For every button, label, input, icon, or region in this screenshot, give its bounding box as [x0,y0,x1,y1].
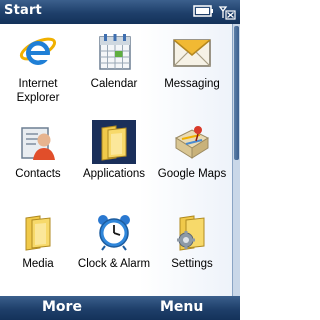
app-label: Settings [171,258,213,270]
app-google-maps[interactable]: Google Maps [152,114,232,204]
contacts-card-icon [21,127,55,160]
screen-title: Start [4,3,42,18]
settings-folder-icon [177,215,205,251]
app-label: Contacts [15,168,61,180]
status-icons [192,4,236,20]
signal-off-icon [218,6,236,20]
internet-explorer-icon [19,37,57,65]
app-label: Google Maps [157,168,227,180]
app-label: Media [22,258,54,270]
title-bar: Start [0,0,240,24]
app-clock-alarm[interactable]: Clock & Alarm [76,204,152,296]
softkey-bar: More Menu [0,296,240,320]
app-label: Clock & Alarm [77,258,151,270]
app-label-line2: Explorer [16,92,60,104]
battery-icon [193,5,213,17]
app-label: Messaging [164,78,220,90]
app-contacts[interactable]: Contacts [0,114,76,204]
start-menu-content: Internet Explorer Calendar Messaging Con… [0,24,232,296]
app-grid: Internet Explorer Calendar Messaging Con… [0,24,232,296]
app-settings[interactable]: Settings [152,204,232,296]
app-calendar[interactable]: Calendar [76,24,152,114]
app-label: Calendar [90,78,138,90]
messaging-envelope-icon [173,39,211,67]
google-maps-icon [174,126,210,159]
app-applications[interactable]: Applications [76,114,152,204]
scrollbar[interactable] [232,24,240,296]
alarm-clock-icon [98,215,130,251]
app-media[interactable]: Media [0,204,76,296]
media-folder-icon [25,215,51,251]
app-label: Applications [82,168,145,180]
applications-folder-icon [101,125,127,161]
menu-softkey[interactable]: Menu [160,299,203,315]
app-label: Internet [18,78,58,90]
scroll-thumb[interactable] [234,26,239,160]
app-messaging[interactable]: Messaging [152,24,232,114]
calendar-icon [99,34,131,70]
more-softkey[interactable]: More [42,299,82,315]
app-internet-explorer[interactable]: Internet Explorer [0,24,76,114]
